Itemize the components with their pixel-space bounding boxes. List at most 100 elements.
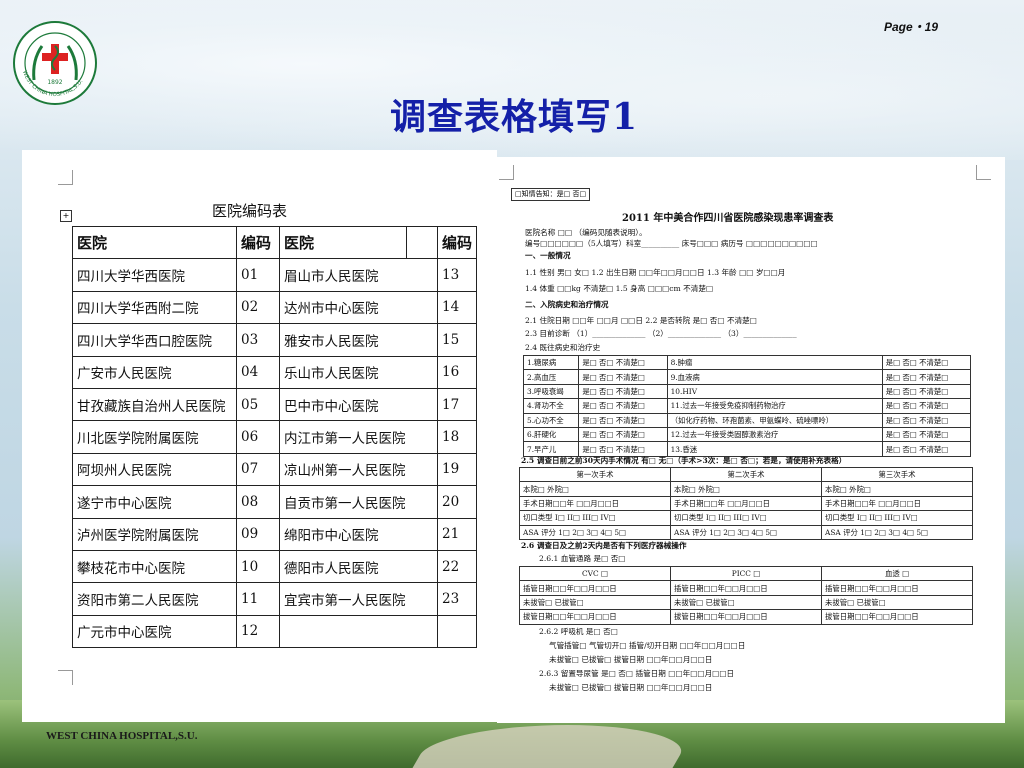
survey-line: 2.1 住院日期 □□年 □□月 □□日 2.2 是否转院 是□ 否□ 不清楚□ [525, 316, 757, 325]
table-row: 川北医学院附属医院 06 内江市第一人民医院 18 [72, 420, 478, 454]
survey-title: 2011 年中美合作四川省医院感染现患率调查表 [622, 213, 834, 224]
table-row: 7.早产儿 是□ 否□ 不清楚□ 13.昏迷 是□ 否□ 不清楚□ [522, 441, 972, 457]
history-cell: 是□ 否□ 不清楚□ [578, 412, 668, 428]
surgery-cell: 切口类型 I□ II□ III□ IV□ [519, 510, 671, 526]
hospital-name: 四川大学华西附二院 [72, 290, 237, 325]
survey-line: 未拔管□ 已拔管□ 拔管日期 □□年□□月□□日 [549, 683, 713, 692]
hospital-name: 川北医学院附属医院 [72, 420, 237, 454]
hospital-code: 05 [236, 387, 280, 422]
history-cell: 12.过去一年接受类固醇激素治疗 [666, 426, 883, 443]
table-anchor-icon[interactable]: + [60, 210, 72, 222]
hospital-code: 02 [236, 290, 280, 325]
surgery-cell: ASA 评分 1□ 2□ 3□ 4□ 5□ [519, 524, 671, 540]
history-cell: 9.血液病 [666, 369, 883, 385]
survey-form-panel: □知情告知：是□ 否□ 2011 年中美合作四川省医院感染现患率调查表 医院名称… [497, 157, 1005, 723]
device-cell: 未拔管□ 已拔管□ [670, 594, 822, 611]
table-row: 切口类型 I□ II□ III□ IV□ 切口类型 I□ II□ III□ IV□… [519, 510, 973, 526]
col-header: 医院 [72, 225, 237, 260]
table-header-row: CVC □ PICC □ 血透 □ [519, 565, 973, 582]
hospital-name: 四川大学华西口腔医院 [72, 323, 237, 357]
hospital-name: 凉山州第一人民医院 [279, 452, 438, 487]
surgery-body: 第一次手术 第二次手术 第三次手术 本院□ 外院□ 本院□ 外院□ 本院□ 外院□ 手术日期… [519, 466, 973, 540]
col-header: 医院 [279, 225, 407, 260]
slide: 1892 WEST CHINA HOSPITAL,S.U. Page・19 调查… [0, 0, 1024, 768]
device-table: CVC □ PICC □ 血透 □ 插管日期□□年□□月□□日 插管日期□□年□□月□□… [519, 565, 973, 625]
history-cell: 是□ 否□ 不清楚□ [881, 369, 972, 385]
hospital-code: 20 [436, 485, 478, 519]
history-cell: 是□ 否□ 不清楚□ [881, 398, 972, 414]
survey-line: 2.3 目前诊断 （1）______________ （2）__________… [525, 329, 797, 338]
history-cell: 11.过去一年接受免疫抑制药物治疗 [666, 398, 883, 414]
device-cell: 拔管日期□□年□□月□□日 [670, 609, 822, 625]
hospital-name: 广安市人民医院 [72, 355, 237, 389]
margin-mark [58, 670, 73, 685]
hospital-name: 达州市中心医院 [279, 290, 438, 325]
device-cell: 插管日期□□年□□月□□日 [519, 580, 671, 596]
device-cell: 插管日期□□年□□月□□日 [670, 580, 822, 596]
table-row: 未拔管□ 已拔管□ 未拔管□ 已拔管□ 未拔管□ 已拔管□ [519, 594, 973, 611]
table-header-row: 医院 编码 医院 编码 [72, 225, 478, 260]
history-cell: 是□ 否□ 不清楚□ [578, 383, 668, 400]
hospital-name: 广元市中心医院 [72, 614, 237, 649]
table-header-row: 第一次手术 第二次手术 第三次手术 [519, 466, 973, 483]
history-cell: 是□ 否□ 不清楚□ [881, 383, 972, 400]
history-cell: 是□ 否□ 不清楚□ [578, 369, 668, 385]
hospital-name: 遂宁市中心医院 [72, 485, 237, 519]
table-row: 5.心功不全 是□ 否□ 不清楚□ （如化疗药物、环孢菌素、甲氨蝶呤、硫唑嘌呤） 是□… [522, 412, 972, 428]
table-row: 插管日期□□年□□月□□日 插管日期□□年□□月□□日 插管日期□□年□□月□□日 [519, 580, 973, 596]
table-row: 本院□ 外院□ 本院□ 外院□ 本院□ 外院□ [519, 481, 973, 497]
history-cell: 10.HIV [666, 383, 883, 400]
device-cell: 拔管日期□□年□□月□□日 [821, 609, 973, 625]
hospital-name: 乐山市人民医院 [279, 355, 438, 389]
hospital-name: 甘孜藏族自治州人民医院 [72, 387, 237, 422]
hospital-code: 06 [236, 420, 280, 454]
table-row: 广元市中心医院 12 [72, 614, 478, 649]
survey-line: 2.5 调查日前之前30天内手术情况 有□ 无□（手术>3次：是□ 否□；若是，… [521, 456, 847, 465]
history-cell: 是□ 否□ 不清楚□ [578, 398, 668, 414]
hospital-name [279, 614, 438, 649]
hospital-code: 03 [236, 323, 280, 357]
table-row: 泸州医学院附属医院 09 绵阳市中心医院 21 [72, 517, 478, 551]
hospital-name: 四川大学华西医院 [72, 258, 237, 292]
table-row: 甘孜藏族自治州人民医院 05 巴中市中心医院 17 [72, 387, 478, 422]
hospital-code: 13 [436, 258, 478, 292]
slide-title: 调查表格填写1 [390, 96, 639, 138]
hospital-code: 18 [436, 420, 478, 454]
col-header: 第二次手术 [670, 466, 822, 483]
consent-box: □知情告知：是□ 否□ [511, 188, 591, 201]
history-body: 1.糖尿病 是□ 否□ 不清楚□ 8.肿瘤 是□ 否□ 不清楚□ 2.高血压 是□ 否□ … [522, 354, 972, 457]
hospital-name: 绵阳市中心医院 [279, 517, 438, 551]
device-body: CVC □ PICC □ 血透 □ 插管日期□□年□□月□□日 插管日期□□年□□月□□… [519, 565, 973, 625]
table-row: 四川大学华西医院 01 眉山市人民医院 13 [72, 258, 478, 292]
table-row: 手术日期□□年 □□月□□日 手术日期□□年 □□月□□日 手术日期□□年 □□月□… [519, 495, 973, 512]
table-row: 四川大学华西附二院 02 达州市中心医院 14 [72, 290, 478, 325]
hospital-name: 眉山市人民医院 [279, 258, 438, 292]
device-cell: 未拔管□ 已拔管□ [821, 594, 973, 611]
col-header: 血透 □ [821, 565, 973, 582]
survey-line: 1.4 体重 □□kg 不清楚□ 1.5 身高 □□□cm 不清楚□ [525, 284, 714, 293]
history-cell: 是□ 否□ 不清楚□ [578, 426, 668, 443]
table-row: 1.糖尿病 是□ 否□ 不清楚□ 8.肿瘤 是□ 否□ 不清楚□ [522, 354, 972, 371]
surgery-cell: ASA 评分 1□ 2□ 3□ 4□ 5□ [821, 524, 973, 540]
hospital-code: 17 [436, 387, 478, 422]
margin-mark [499, 165, 514, 180]
surgery-cell: 本院□ 外院□ [670, 481, 822, 497]
survey-line: 医院名称 □□ （编码见随表说明）。 [525, 228, 647, 237]
hospital-name: 阿坝州人民医院 [72, 452, 237, 487]
codes-body: 四川大学华西医院 01 眉山市人民医院 13 四川大学华西附二院 02 达州市中心医院 14 四… [72, 258, 478, 649]
history-cell: （如化疗药物、环孢菌素、甲氨蝶呤、硫唑嘌呤） [666, 412, 883, 428]
table-row: 4.肾功不全 是□ 否□ 不清楚□ 11.过去一年接受免疫抑制药物治疗 是□ 否□ 不… [522, 398, 972, 414]
history-cell: 是□ 否□ 不清楚□ [578, 354, 668, 371]
surgery-cell: 切口类型 I□ II□ III□ IV□ [821, 510, 973, 526]
table-row: 拔管日期□□年□□月□□日 拔管日期□□年□□月□□日 拔管日期□□年□□月□□日 [519, 609, 973, 625]
hospital-name: 宜宾市第一人民医院 [279, 582, 438, 616]
col-header [406, 225, 438, 260]
col-header: 编码 [236, 225, 280, 260]
hospital-code: 15 [436, 323, 478, 357]
hospital-name: 德阳市人民医院 [279, 549, 438, 584]
codes-title: 医院编码表 [212, 202, 288, 220]
hospital-code: 16 [436, 355, 478, 389]
hospital-code: 11 [236, 582, 280, 616]
hospital-code: 14 [436, 290, 478, 325]
margin-mark [976, 165, 991, 180]
